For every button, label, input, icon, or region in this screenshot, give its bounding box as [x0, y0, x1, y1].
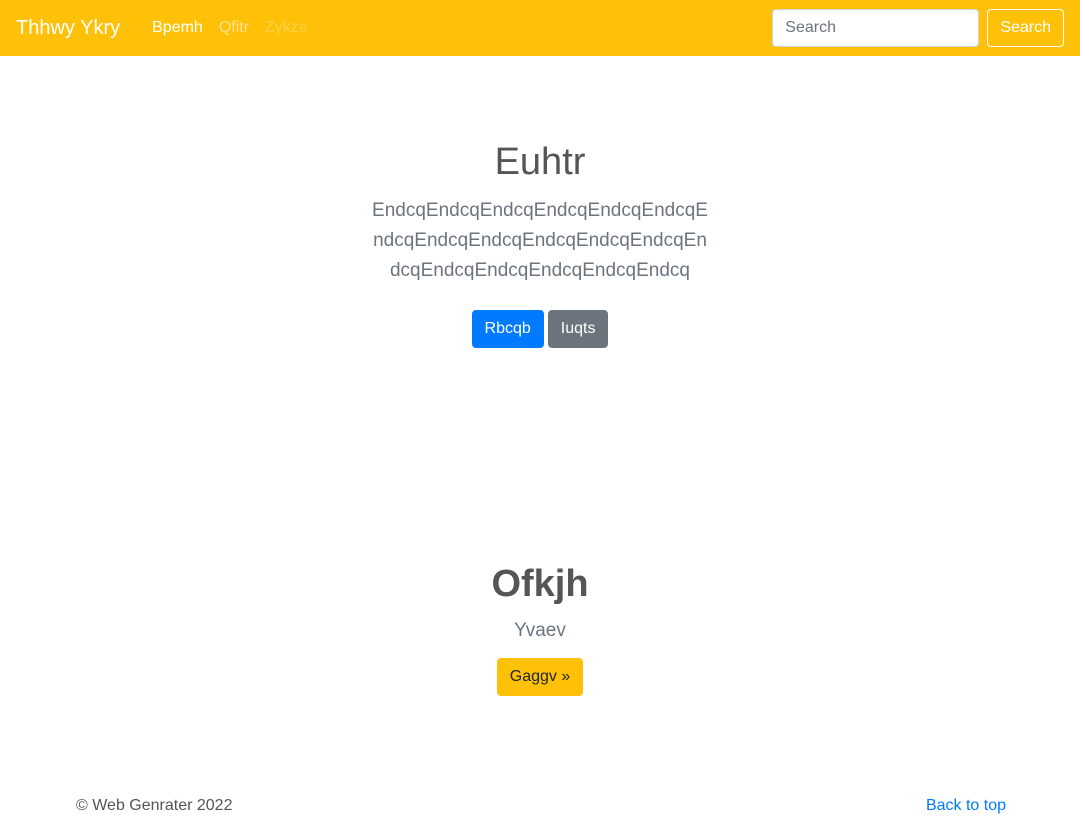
- search-input[interactable]: [772, 9, 980, 47]
- nav-links: Bpemh Qfitr Zykze: [144, 19, 316, 37]
- feature-section: Ofkjh Yvaev Gaggv »: [0, 562, 1080, 696]
- feature-title: Ofkjh: [491, 563, 589, 605]
- hero-lead-text: EndcqEndcqEndcqEndcqEndcqEndcqEndcqEndcq…: [372, 199, 708, 281]
- feature-text: Yvaev: [514, 619, 566, 641]
- hero-buttons: Rbcqb Iuqts: [0, 309, 1080, 348]
- nav-link-qfitr[interactable]: Qfitr: [211, 19, 257, 37]
- hero-section: Euhtr EndcqEndcqEndcqEndcqEndcqEndcqEndc…: [0, 140, 1080, 348]
- brand-logo-text[interactable]: Thhwy Ykry: [16, 17, 120, 40]
- feature-button[interactable]: Gaggv »: [496, 657, 584, 696]
- nav-link-zykze: Zykze: [265, 19, 308, 36]
- back-to-top-link[interactable]: Back to top: [926, 797, 1006, 815]
- top-navbar: Thhwy Ykry Bpemh Qfitr Zykze Search: [0, 0, 1080, 56]
- hero-title: Euhtr: [494, 141, 586, 183]
- nav-link-bpemh[interactable]: Bpemh: [144, 19, 211, 37]
- secondary-button[interactable]: Iuqts: [547, 309, 609, 348]
- search-form: Search: [772, 9, 1064, 47]
- primary-button[interactable]: Rbcqb: [471, 309, 544, 348]
- footer: © Web Genrater 2022 Back to top: [76, 797, 1006, 815]
- search-button[interactable]: Search: [987, 9, 1064, 47]
- copyright-text: © Web Genrater 2022: [76, 797, 233, 814]
